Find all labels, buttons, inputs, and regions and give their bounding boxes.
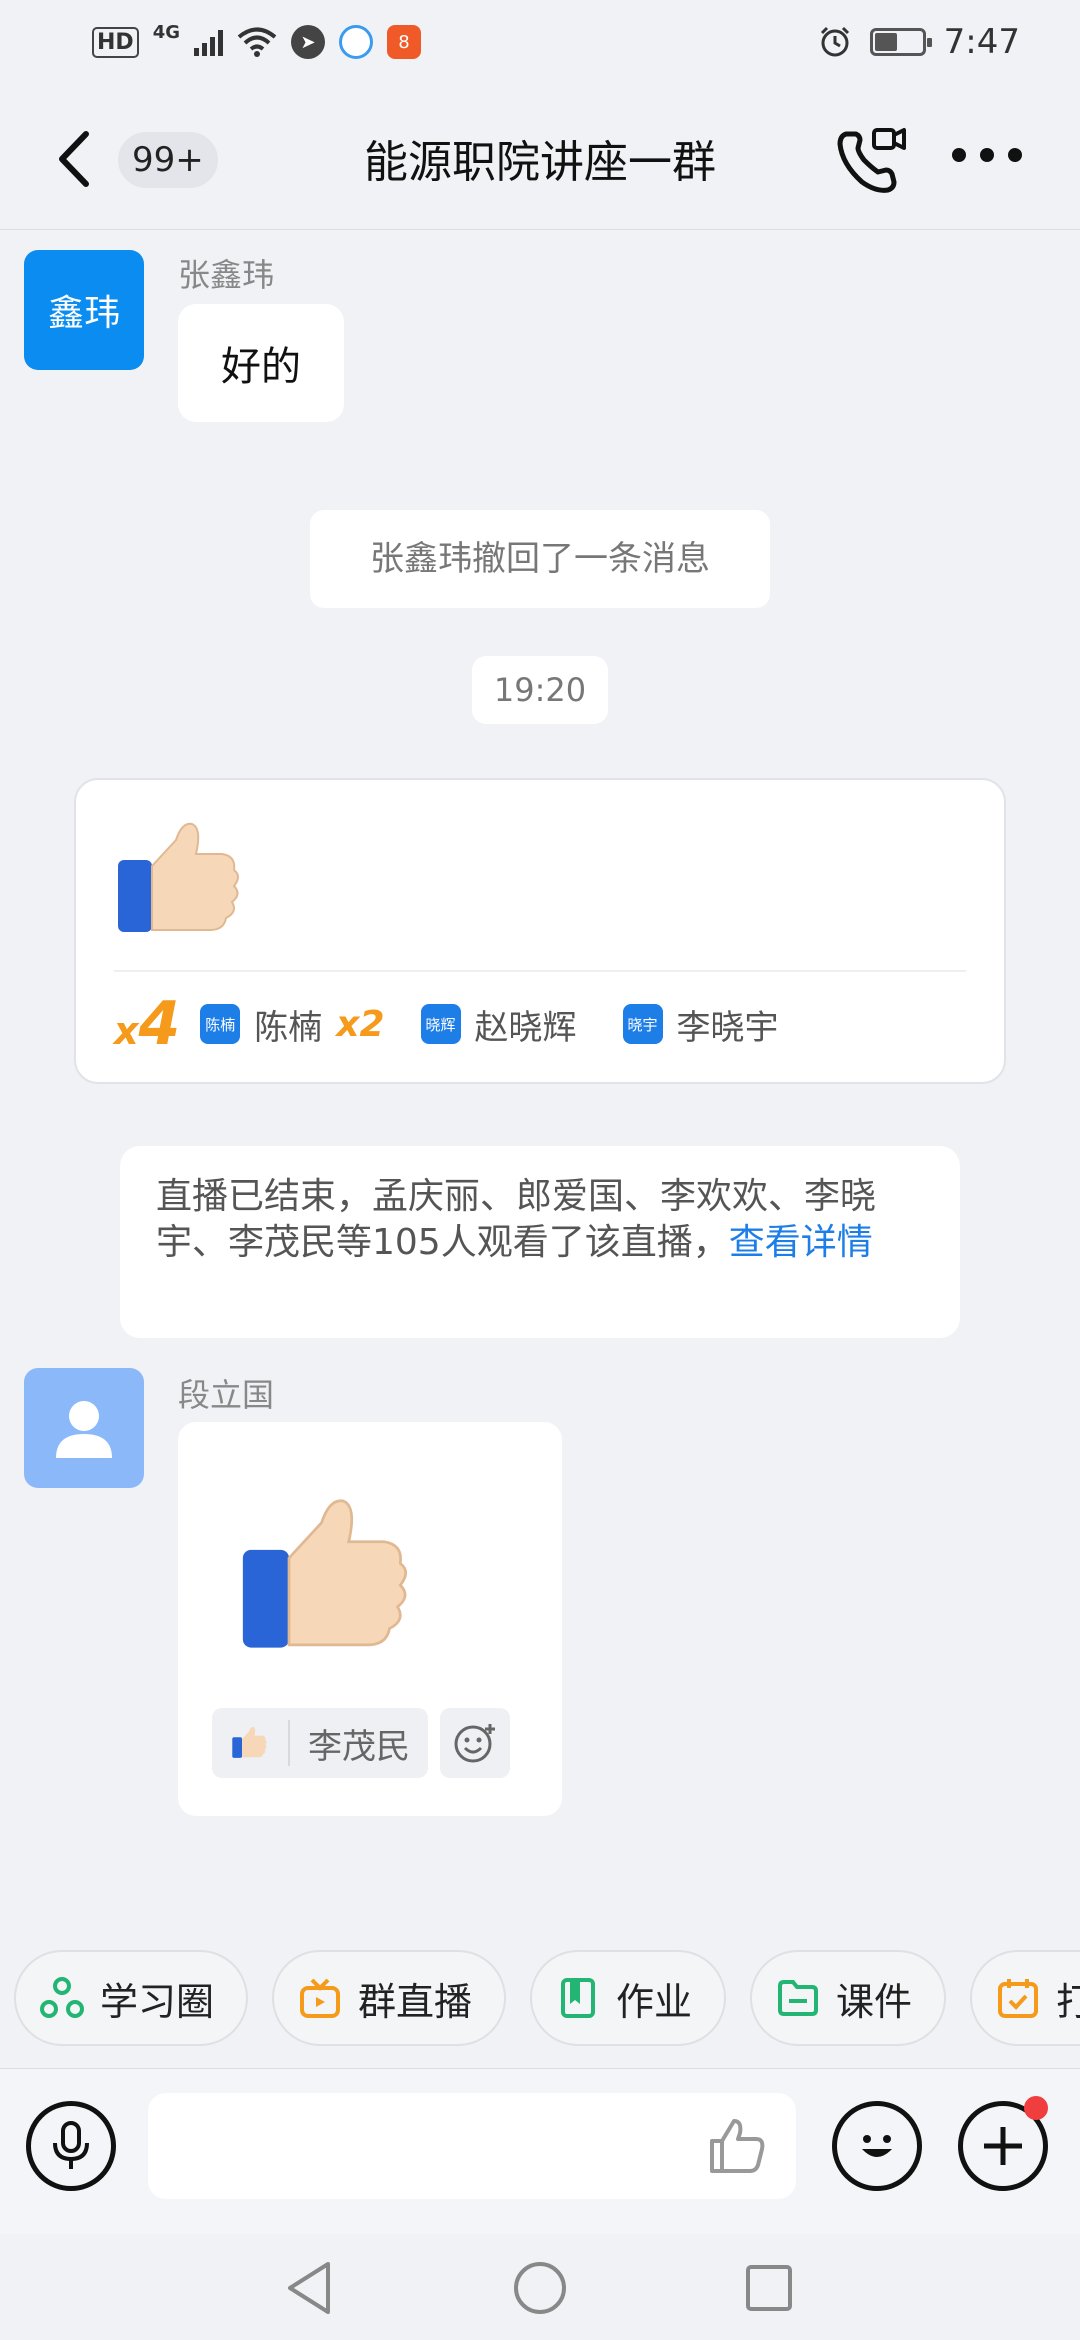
chip-label: 群直播 [358,1979,473,2024]
nav-home-icon[interactable] [512,2260,568,2316]
notification-dot [1024,2096,1048,2120]
reaction-user: 李茂民 [308,1726,410,1767]
tv-icon [300,1978,341,2018]
sender-name: 张鑫玮 [178,256,275,294]
wifi-icon [237,27,277,57]
status-bar: HD 4G ➤ 8 7:47 [0,0,1080,84]
chat-header: 99+ 能源职院讲座一群 [0,84,1080,230]
group-title: 能源职院讲座一群 [364,137,716,188]
message-bubble[interactable]: 好的 [178,304,344,422]
thumbs-up-emoji-icon [118,822,239,932]
network-type: 4G [152,21,180,43]
reactor-name: 赵晓辉 [474,1007,577,1048]
chip-label: 课件 [836,1979,913,2024]
notification-app-icon: ➤ [291,25,325,59]
notification-app-icon: 8 [387,25,421,59]
avatar-initials: 鑫玮 [47,293,120,334]
thumbs-up-icon[interactable] [706,2115,768,2177]
status-right: 7:47 [818,22,1020,62]
timestamp: 19:20 [472,656,608,724]
battery-icon [869,28,932,56]
chip-label: 打卡 [1056,1979,1080,2024]
chip-group-live[interactable]: 群直播 [272,1950,507,2046]
voice-input-button[interactable] [26,2101,116,2191]
nav-recents-icon[interactable] [744,2263,794,2313]
calendar-check-icon [998,1979,1039,2018]
reactor-avatar[interactable]: 晓辉 [420,1004,461,1044]
message-bubble[interactable]: 李茂民 [178,1422,562,1816]
message-input[interactable] [148,2093,796,2199]
user-icon [56,1401,112,1458]
notification-app-icon [339,25,373,59]
reaction-chip[interactable]: 李茂民 [212,1708,428,1778]
emoji-button[interactable] [832,2101,922,2191]
plus-icon [984,2127,1022,2165]
like-total: x 4 [114,989,181,1059]
like-card[interactable]: x 4 陈楠 陈楠 x2 晓辉 赵晓辉 晓宇 李晓宇 [74,778,1006,1084]
book-icon [561,1978,596,2018]
alarm-icon [820,26,849,57]
avatar[interactable] [24,1368,144,1488]
chip-divider [288,1720,290,1766]
message-text: 好的 [221,344,301,390]
chip-study-circle[interactable]: 学习圈 [14,1950,249,2046]
reactor-avatar[interactable]: 陈楠 [200,1004,241,1044]
chip-homework[interactable]: 作业 [530,1950,727,2046]
reactor-name: 陈楠 [254,1007,323,1048]
card-divider [114,970,966,972]
quick-action-bar: 学习圈 群直播 作业 课件 打卡 [0,1950,1080,2054]
nav-back-icon[interactable] [284,2260,334,2316]
sender-name: 段立国 [178,1376,275,1414]
reactor-name: 李晓宇 [676,1007,779,1048]
thumbs-up-emoji-icon [232,1726,267,1758]
more-options-icon[interactable] [952,148,1022,162]
add-emoji-icon [454,1724,495,1763]
recall-notice: 张鑫玮撤回了一条消息 [310,510,770,608]
input-bar [0,2068,1080,2234]
chip-check-in[interactable]: 打卡 [970,1950,1080,2046]
call-video-icon[interactable] [832,122,908,198]
reaction-row: x 4 陈楠 陈楠 x2 晓辉 赵晓辉 晓宇 李晓宇 [114,984,793,1064]
folder-icon [778,1980,819,2016]
system-nav-bar [0,2234,1080,2340]
status-left: HD 4G ➤ 8 [92,21,421,59]
avatar[interactable]: 鑫玮 [24,250,144,370]
reactor-multiplier: x2 [336,1003,385,1045]
circle-network-icon [40,1977,84,2018]
view-details-link[interactable]: 查看详情 [729,1222,873,1263]
chip-label: 作业 [616,1979,693,2024]
microphone-icon [53,2121,89,2169]
live-ended-notice: 直播已结束，孟庆丽、郎爱国、李欢欢、李晓宇、李茂民等105人观看了该直播，查看详… [120,1146,960,1338]
add-reaction-button[interactable] [440,1708,510,1778]
chip-courseware[interactable]: 课件 [750,1950,947,2046]
status-time: 7:47 [943,22,1020,62]
thumbs-up-sticker-icon [242,1499,408,1648]
smiley-icon [862,2135,892,2157]
hd-indicator: HD [92,26,139,58]
chip-label: 学习圈 [100,1979,215,2024]
reactor-avatar[interactable]: 晓宇 [622,1004,663,1044]
signal-icon [194,28,223,56]
reaction-chip-row: 李茂民 [212,1708,510,1778]
